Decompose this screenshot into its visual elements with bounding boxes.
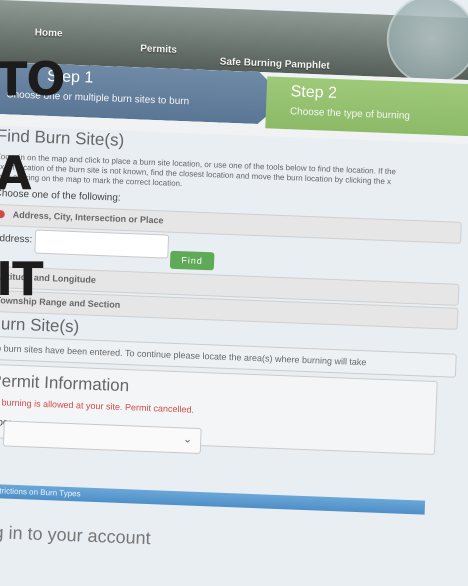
- overlay-caption-line-1: TO: [0, 52, 65, 106]
- account-login-text[interactable]: Log in to your account: [0, 521, 151, 549]
- step-2-subtitle: Choose the type of burning: [289, 106, 411, 122]
- permit-cancelled-warning: No burning is allowed at your site. Perm…: [0, 396, 195, 415]
- restrictions-label: Restrictions on Burn Types: [0, 485, 81, 499]
- restrictions-bar[interactable]: Restrictions on Burn Types: [0, 483, 426, 515]
- no-burn-sites-message: No burn sites have been entered. To cont…: [0, 342, 367, 368]
- address-option-label: Address, City, Intersection or Place: [12, 209, 164, 226]
- address-label: Address:: [0, 232, 33, 246]
- nav-home-link[interactable]: Home: [35, 27, 63, 39]
- overlay-caption-line-2: A: [0, 146, 32, 200]
- step-2-title: Step 2: [290, 83, 338, 102]
- overlay-caption-line-3: IT: [0, 252, 43, 306]
- nav-pamphlet-link[interactable]: Safe Burning Pamphlet: [220, 56, 330, 71]
- burn-sites-heading: Burn Site(s): [0, 313, 80, 337]
- permit-info-heading: Permit Information: [0, 370, 130, 396]
- collapse-icon: [0, 210, 5, 219]
- nav-permits-link[interactable]: Permits: [140, 43, 177, 55]
- find-button[interactable]: Find: [169, 250, 215, 271]
- step-2-tab[interactable]: Step 2 Choose the type of burning: [265, 76, 468, 137]
- address-input[interactable]: [34, 229, 170, 259]
- chevron-down-icon: ⌄: [182, 433, 193, 446]
- burn-permit-page: Home Permits Safe Burning Pamphlet Step …: [0, 0, 468, 586]
- state-seal-logo: [385, 0, 468, 87]
